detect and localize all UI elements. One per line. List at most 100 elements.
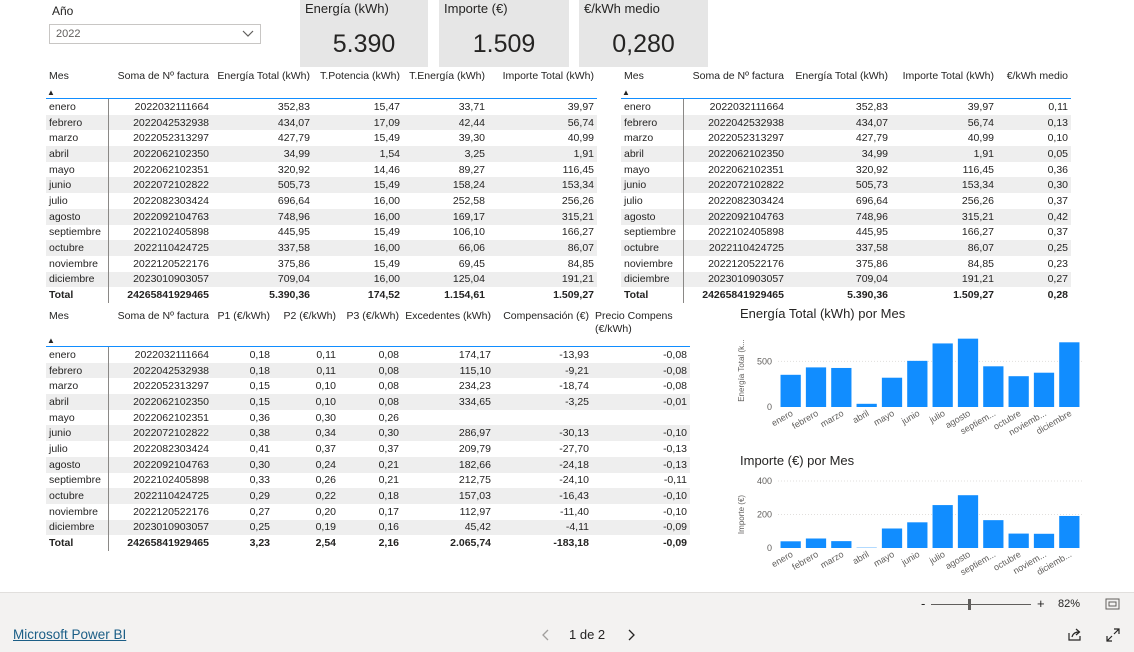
column-header[interactable]: Soma de Nº factura	[108, 310, 212, 340]
amount-by-month-chart[interactable]: Importe (€)0200400enerofebreromarzo abril…	[734, 472, 1090, 584]
table-row[interactable]: agosto 2022092104763 748,96 315,21 0,42	[621, 208, 1071, 225]
column-header[interactable]: P1 (€/kWh)	[212, 310, 273, 340]
bar-agosto[interactable]	[957, 495, 979, 548]
table-row[interactable]: julio 2022082303424 0,41 0,37 0,37 209,79 -27,…	[46, 441, 690, 457]
column-header[interactable]: P2 (€/kWh)	[273, 310, 339, 340]
price-card[interactable]: €/kWh medio 0,280	[579, 0, 708, 67]
zoom-in-button[interactable]: +	[1037, 596, 1045, 611]
table-row[interactable]: mayo 2022062102351 320,92 116,45 0,36	[621, 161, 1071, 178]
table-row[interactable]: febrero 2022042532938 434,07 17,09 42,44 56,7…	[46, 114, 597, 131]
bar-febrero[interactable]	[805, 538, 827, 548]
table-row[interactable]: abril 2022062102350 0,15 0,10 0,08 334,65 -3,2…	[46, 394, 690, 410]
table-row[interactable]: octubre 2022110424725 337,58 86,07 0,25	[621, 240, 1071, 256]
column-header[interactable]: Energía Total (kWh)	[787, 70, 891, 92]
amount-card[interactable]: Importe (€) 1.509	[439, 0, 569, 67]
bar-enero[interactable]	[780, 374, 801, 407]
bar-noviemb...[interactable]	[1033, 372, 1055, 407]
bar-agosto[interactable]	[957, 338, 979, 407]
column-header[interactable]: Soma de Nº factura	[683, 70, 787, 92]
table-row[interactable]: noviembre 2022120522176 375,86 84,85 0,23	[621, 255, 1071, 272]
table-row[interactable]: junio 2022072102822 0,38 0,34 0,30 286,97 -30,…	[46, 425, 690, 442]
total-row[interactable]: Total 24265841929465 3,23 2,54 2,16 2.065,74-…	[46, 535, 690, 551]
column-header[interactable]: €/kWh medio	[997, 70, 1071, 92]
table-row[interactable]: marzo 2022052313297 0,15 0,10 0,08 234,23 -18,…	[46, 378, 690, 395]
sort-ascending-icon[interactable]: ▲	[47, 89, 55, 97]
bar-noviem...[interactable]	[1033, 533, 1055, 548]
energy-by-month-chart[interactable]: Energía Total (k...0500enerofebreromarzo…	[734, 326, 1090, 452]
table-row[interactable]: abril 2022062102350 34,99 1,91 0,05	[621, 146, 1071, 162]
table-row[interactable]: mayo 2022062102351 0,36 0,30 0,26	[46, 409, 690, 426]
column-header[interactable]: T.Potencia (kWh)	[313, 70, 403, 92]
column-header[interactable]: Mes	[46, 70, 108, 92]
total-row[interactable]: Total 24265841929465 5.390,36 1.509,27 0,28	[621, 287, 1071, 303]
bar-junio[interactable]	[907, 522, 928, 548]
sort-ascending-icon[interactable]: ▲	[622, 89, 630, 97]
chevron-right-icon[interactable]	[626, 629, 636, 641]
bar-febrero[interactable]	[805, 367, 827, 407]
table-row[interactable]: julio 2022082303424 696,64 16,00 252,58 256,2…	[46, 193, 597, 209]
bar-mayo[interactable]	[881, 528, 903, 548]
bar-octubre[interactable]	[1008, 376, 1029, 407]
year-slicer-dropdown[interactable]: 2022	[49, 24, 261, 44]
column-header[interactable]: Excedentes (kWh)	[402, 310, 494, 340]
table-row[interactable]: noviembre 2022120522176 375,86 15,49 69,45 84…	[46, 255, 597, 272]
bar-julio[interactable]	[932, 343, 953, 407]
table-row[interactable]: octubre 2022110424725 337,58 16,00 66,06 86,0…	[46, 240, 597, 256]
table-row[interactable]: octubre 2022110424725 0,29 0,22 0,18 157,03 -1…	[46, 488, 690, 504]
bar-enero[interactable]	[780, 541, 801, 548]
column-header[interactable]: Importe Total (kWh)	[891, 70, 997, 92]
column-header[interactable]: P3 (€/kWh)	[339, 310, 402, 340]
table-row[interactable]: septiembre 2022102405898 445,95 15,49 106,10…	[46, 224, 597, 241]
table-row[interactable]: diciembre 2023010903057 0,25 0,19 0,16 45,42-…	[46, 519, 690, 536]
column-header[interactable]: Compensación (€)	[494, 310, 592, 340]
table-row[interactable]: noviembre 2022120522176 0,27 0,20 0,17 112,97…	[46, 503, 690, 520]
column-header[interactable]: Precio Compens (€/kWh)	[592, 310, 690, 340]
column-header[interactable]: Soma de Nº factura	[108, 70, 212, 92]
bar-septiem...[interactable]	[983, 366, 1004, 407]
table-row[interactable]: junio 2022072102822 505,73 15,49 158,24 153,3…	[46, 177, 597, 194]
column-header[interactable]: Energía Total (kWh)	[212, 70, 313, 92]
bar-marzo[interactable]	[831, 541, 852, 548]
power-bi-link[interactable]: Microsoft Power BI	[13, 627, 126, 642]
bar-julio[interactable]	[932, 505, 953, 548]
table-row[interactable]: junio 2022072102822 505,73 153,34 0,30	[621, 177, 1071, 194]
table-row[interactable]: agosto 2022092104763 748,96 16,00 169,17 315,…	[46, 208, 597, 225]
column-header[interactable]: Importe Total (kWh)	[488, 70, 597, 92]
bar-septiem...[interactable]	[983, 520, 1004, 548]
column-header[interactable]: Mes	[621, 70, 683, 92]
table-row[interactable]: diciembre 2023010903057 709,04 16,00 125,04 1…	[46, 271, 597, 288]
zoom-slider-track[interactable]	[931, 604, 1031, 605]
bar-abril[interactable]	[856, 403, 877, 407]
table-row[interactable]: enero 2022032111664 352,83 15,47 33,71 39,97	[46, 98, 597, 115]
bar-octubre[interactable]	[1008, 533, 1029, 548]
table-row[interactable]: febrero 2022042532938 434,07 56,74 0,13	[621, 114, 1071, 131]
share-icon[interactable]	[1067, 627, 1082, 642]
fullscreen-icon[interactable]	[1106, 628, 1120, 642]
zoom-slider-handle[interactable]	[968, 599, 971, 610]
table-row[interactable]: enero 2022032111664 352,83 39,97 0,11	[621, 98, 1071, 115]
bar-marzo[interactable]	[831, 367, 852, 407]
table-row[interactable]: febrero 2022042532938 0,18 0,11 0,08 115,10 -9…	[46, 362, 690, 379]
energy-summary-table[interactable]: Mes Soma de Nº factura Energía Total (kWh)…	[621, 70, 1071, 303]
table-row[interactable]: agosto 2022092104763 0,30 0,24 0,21 182,66 -24…	[46, 456, 690, 473]
sort-ascending-icon[interactable]: ▲	[47, 337, 55, 345]
table-row[interactable]: septiembre 2022102405898 445,95 166,27 0,37	[621, 224, 1071, 241]
total-row[interactable]: Total 24265841929465 5.390,36 174,52 1.154,6…	[46, 287, 597, 303]
bar-mayo[interactable]	[881, 377, 903, 407]
table-row[interactable]: mayo 2022062102351 320,92 14,46 89,27 116,45	[46, 161, 597, 178]
energy-card[interactable]: Energía (kWh) 5.390	[300, 0, 428, 67]
fit-to-page-icon[interactable]	[1105, 598, 1120, 610]
table-row[interactable]: septiembre 2022102405898 0,33 0,26 0,21 212,7…	[46, 472, 690, 489]
table-row[interactable]: marzo 2022052313297 427,79 40,99 0,10	[621, 130, 1071, 147]
bar-diciembre[interactable]	[1059, 342, 1080, 407]
column-header[interactable]: T.Energía (kWh)	[403, 70, 488, 92]
table-row[interactable]: abril 2022062102350 34,99 1,54 3,25 1,91	[46, 146, 597, 162]
compensation-table[interactable]: Mes Soma de Nº factura P1 (€/kWh) P2 (€/kWh…	[46, 310, 690, 551]
table-row[interactable]: diciembre 2023010903057 709,04 191,21 0,27	[621, 271, 1071, 288]
column-header[interactable]: Mes	[46, 310, 108, 340]
energy-detail-table[interactable]: Mes Soma de Nº factura Energía Total (kWh)…	[46, 70, 597, 303]
bar-diciemb...[interactable]	[1059, 515, 1080, 548]
zoom-out-button[interactable]: -	[921, 596, 925, 611]
bar-junio[interactable]	[907, 360, 928, 407]
table-row[interactable]: julio 2022082303424 696,64 256,26 0,37	[621, 193, 1071, 209]
